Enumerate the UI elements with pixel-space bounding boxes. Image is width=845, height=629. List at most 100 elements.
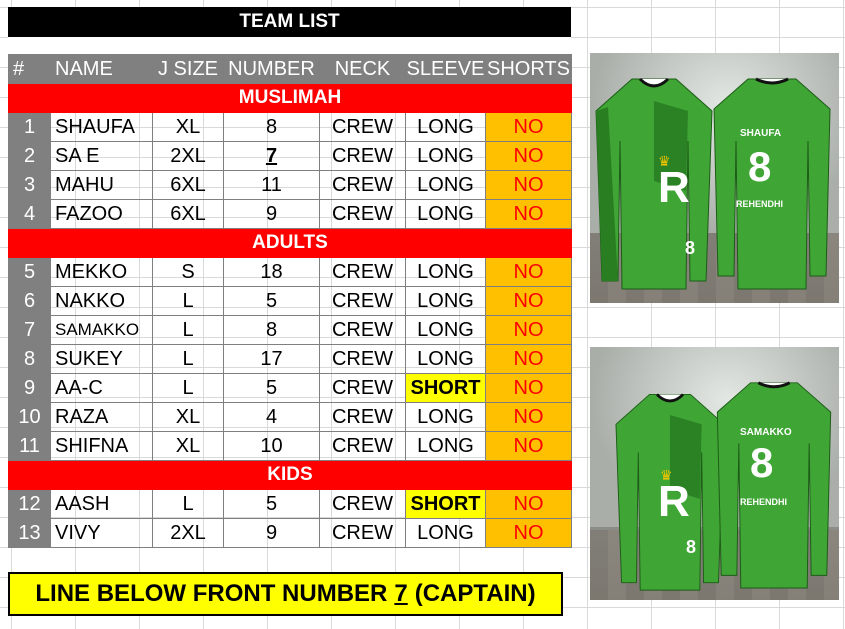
neck-cell[interactable]: CREW [319,402,406,432]
neck-cell[interactable]: CREW [319,344,406,374]
jersey-size-cell[interactable]: 6XL [152,199,224,229]
sleeve-cell[interactable]: LONG [405,344,486,374]
row-index-cell[interactable]: 3 [8,170,51,200]
player-name-cell[interactable]: SA E [50,141,153,171]
jersey-size-cell[interactable]: L [152,344,224,374]
row-index-cell[interactable]: 9 [8,373,51,403]
neck-cell[interactable]: CREW [319,286,406,316]
jersey-size-cell[interactable]: S [152,257,224,287]
jersey-number-cell[interactable]: 5 [223,286,320,316]
row-index-cell[interactable]: 12 [8,489,51,519]
shorts-cell[interactable]: NO [485,141,572,171]
neck-cell[interactable]: CREW [319,431,406,461]
player-name-cell[interactable]: AASH [50,489,153,519]
jersey-mockup-image-1[interactable]: ♛ R 8 SHAUFA 8 REHENDHI [590,53,839,303]
neck-cell[interactable]: CREW [319,112,406,142]
shorts-cell[interactable]: NO [485,402,572,432]
shorts-cell[interactable]: NO [485,518,572,548]
neck-cell[interactable]: CREW [319,199,406,229]
jersey-size-cell[interactable]: 6XL [152,170,224,200]
sleeve-cell[interactable]: LONG [405,402,486,432]
row-index-cell[interactable]: 4 [8,199,51,229]
header-neck[interactable]: NECK [319,54,406,84]
neck-cell[interactable]: CREW [319,489,406,519]
jersey-size-cell[interactable]: XL [152,402,224,432]
jersey-number-cell[interactable]: 9 [223,518,320,548]
jersey-size-cell[interactable]: XL [152,112,224,142]
header-jersey-number[interactable]: NUMBER [223,54,320,84]
jersey-size-cell[interactable]: 2XL [152,141,224,171]
neck-cell[interactable]: CREW [319,315,406,345]
player-name-cell[interactable]: MAHU [50,170,153,200]
captain-note-banner[interactable]: LINE BELOW FRONT NUMBER 7 (CAPTAIN) [8,572,563,616]
jersey-number-cell[interactable]: 11 [223,170,320,200]
jersey-number-cell[interactable]: 4 [223,402,320,432]
section-label[interactable]: ADULTS [8,228,572,258]
row-index-cell[interactable]: 10 [8,402,51,432]
row-index-cell[interactable]: 8 [8,344,51,374]
player-name-cell[interactable]: SUKEY [50,344,153,374]
sleeve-cell[interactable]: LONG [405,286,486,316]
player-name-cell[interactable]: SHAUFA [50,112,153,142]
jersey-mockup-image-2[interactable]: ♛ R 8 SAMAKKO 8 REHENDHI [590,347,839,600]
jersey-size-cell[interactable]: L [152,286,224,316]
row-index-cell[interactable]: 1 [8,112,51,142]
section-label[interactable]: KIDS [8,460,572,490]
sleeve-cell[interactable]: LONG [405,431,486,461]
section-label[interactable]: MUSLIMAH [8,83,572,113]
shorts-cell[interactable]: NO [485,199,572,229]
jersey-number-cell[interactable]: 7 [223,141,320,171]
sleeve-cell[interactable]: LONG [405,315,486,345]
jersey-number-cell[interactable]: 5 [223,489,320,519]
jersey-number-cell[interactable]: 18 [223,257,320,287]
row-index-cell[interactable]: 11 [8,431,51,461]
sleeve-cell[interactable]: SHORT [405,489,486,519]
shorts-cell[interactable]: NO [485,286,572,316]
player-name-cell[interactable]: NAKKO [50,286,153,316]
row-index-cell[interactable]: 7 [8,315,51,345]
sleeve-cell[interactable]: LONG [405,518,486,548]
jersey-size-cell[interactable]: L [152,373,224,403]
jersey-number-cell[interactable]: 9 [223,199,320,229]
row-index-cell[interactable]: 6 [8,286,51,316]
header-name[interactable]: NAME [50,54,153,84]
shorts-cell[interactable]: NO [485,315,572,345]
row-index-cell[interactable]: 2 [8,141,51,171]
jersey-size-cell[interactable]: L [152,489,224,519]
header-jersey-size[interactable]: J SIZE [152,54,224,84]
jersey-number-cell[interactable]: 8 [223,315,320,345]
neck-cell[interactable]: CREW [319,170,406,200]
player-name-cell[interactable]: RAZA [50,402,153,432]
player-name-cell[interactable]: MEKKO [50,257,153,287]
jersey-number-cell[interactable]: 8 [223,112,320,142]
neck-cell[interactable]: CREW [319,257,406,287]
jersey-number-cell[interactable]: 5 [223,373,320,403]
header-shorts[interactable]: SHORTS [485,54,572,84]
jersey-size-cell[interactable]: 2XL [152,518,224,548]
jersey-size-cell[interactable]: XL [152,431,224,461]
jersey-number-cell[interactable]: 17 [223,344,320,374]
neck-cell[interactable]: CREW [319,141,406,171]
neck-cell[interactable]: CREW [319,373,406,403]
sleeve-cell[interactable]: LONG [405,112,486,142]
sleeve-cell[interactable]: SHORT [405,373,486,403]
jersey-number-cell[interactable]: 10 [223,431,320,461]
neck-cell[interactable]: CREW [319,518,406,548]
player-name-cell[interactable]: FAZOO [50,199,153,229]
jersey-size-cell[interactable]: L [152,315,224,345]
shorts-cell[interactable]: NO [485,112,572,142]
header-number[interactable]: # [8,54,51,84]
shorts-cell[interactable]: NO [485,489,572,519]
player-name-cell[interactable]: SAMAKKO [50,315,153,345]
player-name-cell[interactable]: SHIFNA [50,431,153,461]
shorts-cell[interactable]: NO [485,431,572,461]
sleeve-cell[interactable]: LONG [405,257,486,287]
shorts-cell[interactable]: NO [485,373,572,403]
sleeve-cell[interactable]: LONG [405,170,486,200]
sleeve-cell[interactable]: LONG [405,141,486,171]
player-name-cell[interactable]: AA-C [50,373,153,403]
row-index-cell[interactable]: 5 [8,257,51,287]
shorts-cell[interactable]: NO [485,170,572,200]
shorts-cell[interactable]: NO [485,344,572,374]
header-sleeve[interactable]: SLEEVE [405,54,486,84]
